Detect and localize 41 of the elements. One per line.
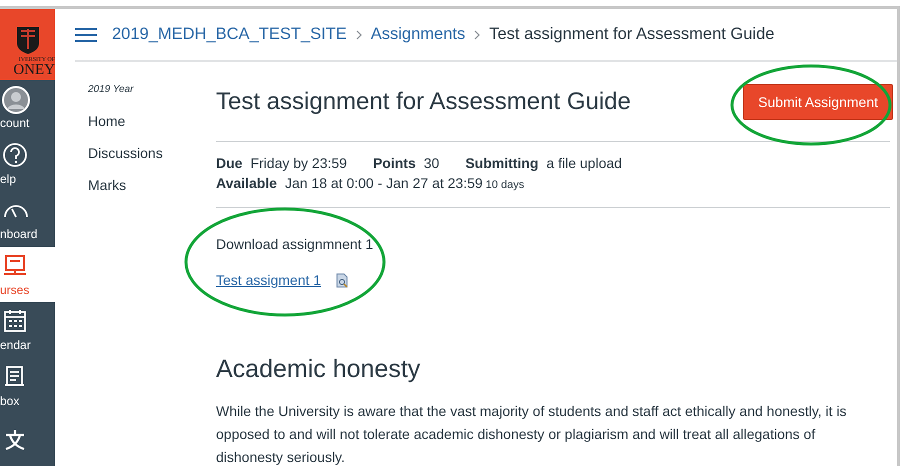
nav-item[interactable]: elp — [0, 136, 55, 192]
detail-label: Available — [216, 175, 277, 191]
nav-label: endar — [0, 338, 31, 352]
detail-value: Jan 18 at 0:00 - Jan 27 at 23:59 — [284, 175, 483, 191]
assignment-title: Test assignment for Assessment Guide — [216, 88, 631, 116]
section-heading: Academic honesty — [216, 355, 422, 384]
detail-value: a file upload — [546, 155, 622, 171]
crest-icon — [15, 25, 41, 56]
file-link[interactable]: Test assigment 1 — [216, 272, 322, 288]
avatar-icon — [2, 86, 30, 114]
term-label: 2019 Year — [88, 84, 135, 95]
nav-item[interactable]: endar — [0, 302, 55, 358]
nav-item[interactable]: count — [0, 80, 55, 136]
nav-item[interactable]: box — [0, 358, 55, 414]
detail-label: Submitting — [465, 155, 538, 171]
detail-note: 10 days — [486, 179, 524, 191]
file-preview-icon — [336, 272, 348, 288]
detail-label: Due — [216, 155, 242, 171]
nav-label: elp — [0, 172, 16, 186]
download-text: Download assignmnent 1 — [216, 236, 374, 252]
breadcrumb-link[interactable]: 2019_MEDH_BCA_TEST_SITE — [112, 25, 347, 44]
logo-text: ONEY — [13, 63, 55, 78]
nav-item[interactable]: urses — [0, 246, 55, 302]
detail-value: Friday by 23:59 — [250, 155, 347, 171]
nav-label: box — [0, 394, 20, 408]
submit-button[interactable]: Submit Assignment — [743, 84, 893, 120]
breadcrumb-link[interactable]: Assignments — [370, 25, 466, 44]
question-icon — [2, 142, 30, 170]
nav-label: count — [0, 116, 30, 130]
detail-label: Points — [372, 155, 416, 171]
chevron-icon — [474, 30, 480, 40]
chevron-icon — [356, 30, 362, 40]
body-paragraph: While the University is aware that the vast majority of students and staff act ethically and honestly, it is opposed to and will not tolerate academic dishonesty or plagiarism and will treat all allegations of dishonesty seriously. — [216, 402, 848, 466]
menu-icon — [75, 26, 97, 42]
detail-value: 30 — [424, 155, 440, 171]
course-nav-link[interactable]: Home — [88, 113, 216, 129]
nav-label: urses — [0, 282, 30, 297]
nav-item[interactable]: nboard — [0, 191, 55, 247]
nav-label: nboard — [0, 227, 38, 242]
course-nav-link[interactable]: Marks — [88, 177, 216, 193]
course-nav-link[interactable]: Discussions — [88, 145, 216, 161]
